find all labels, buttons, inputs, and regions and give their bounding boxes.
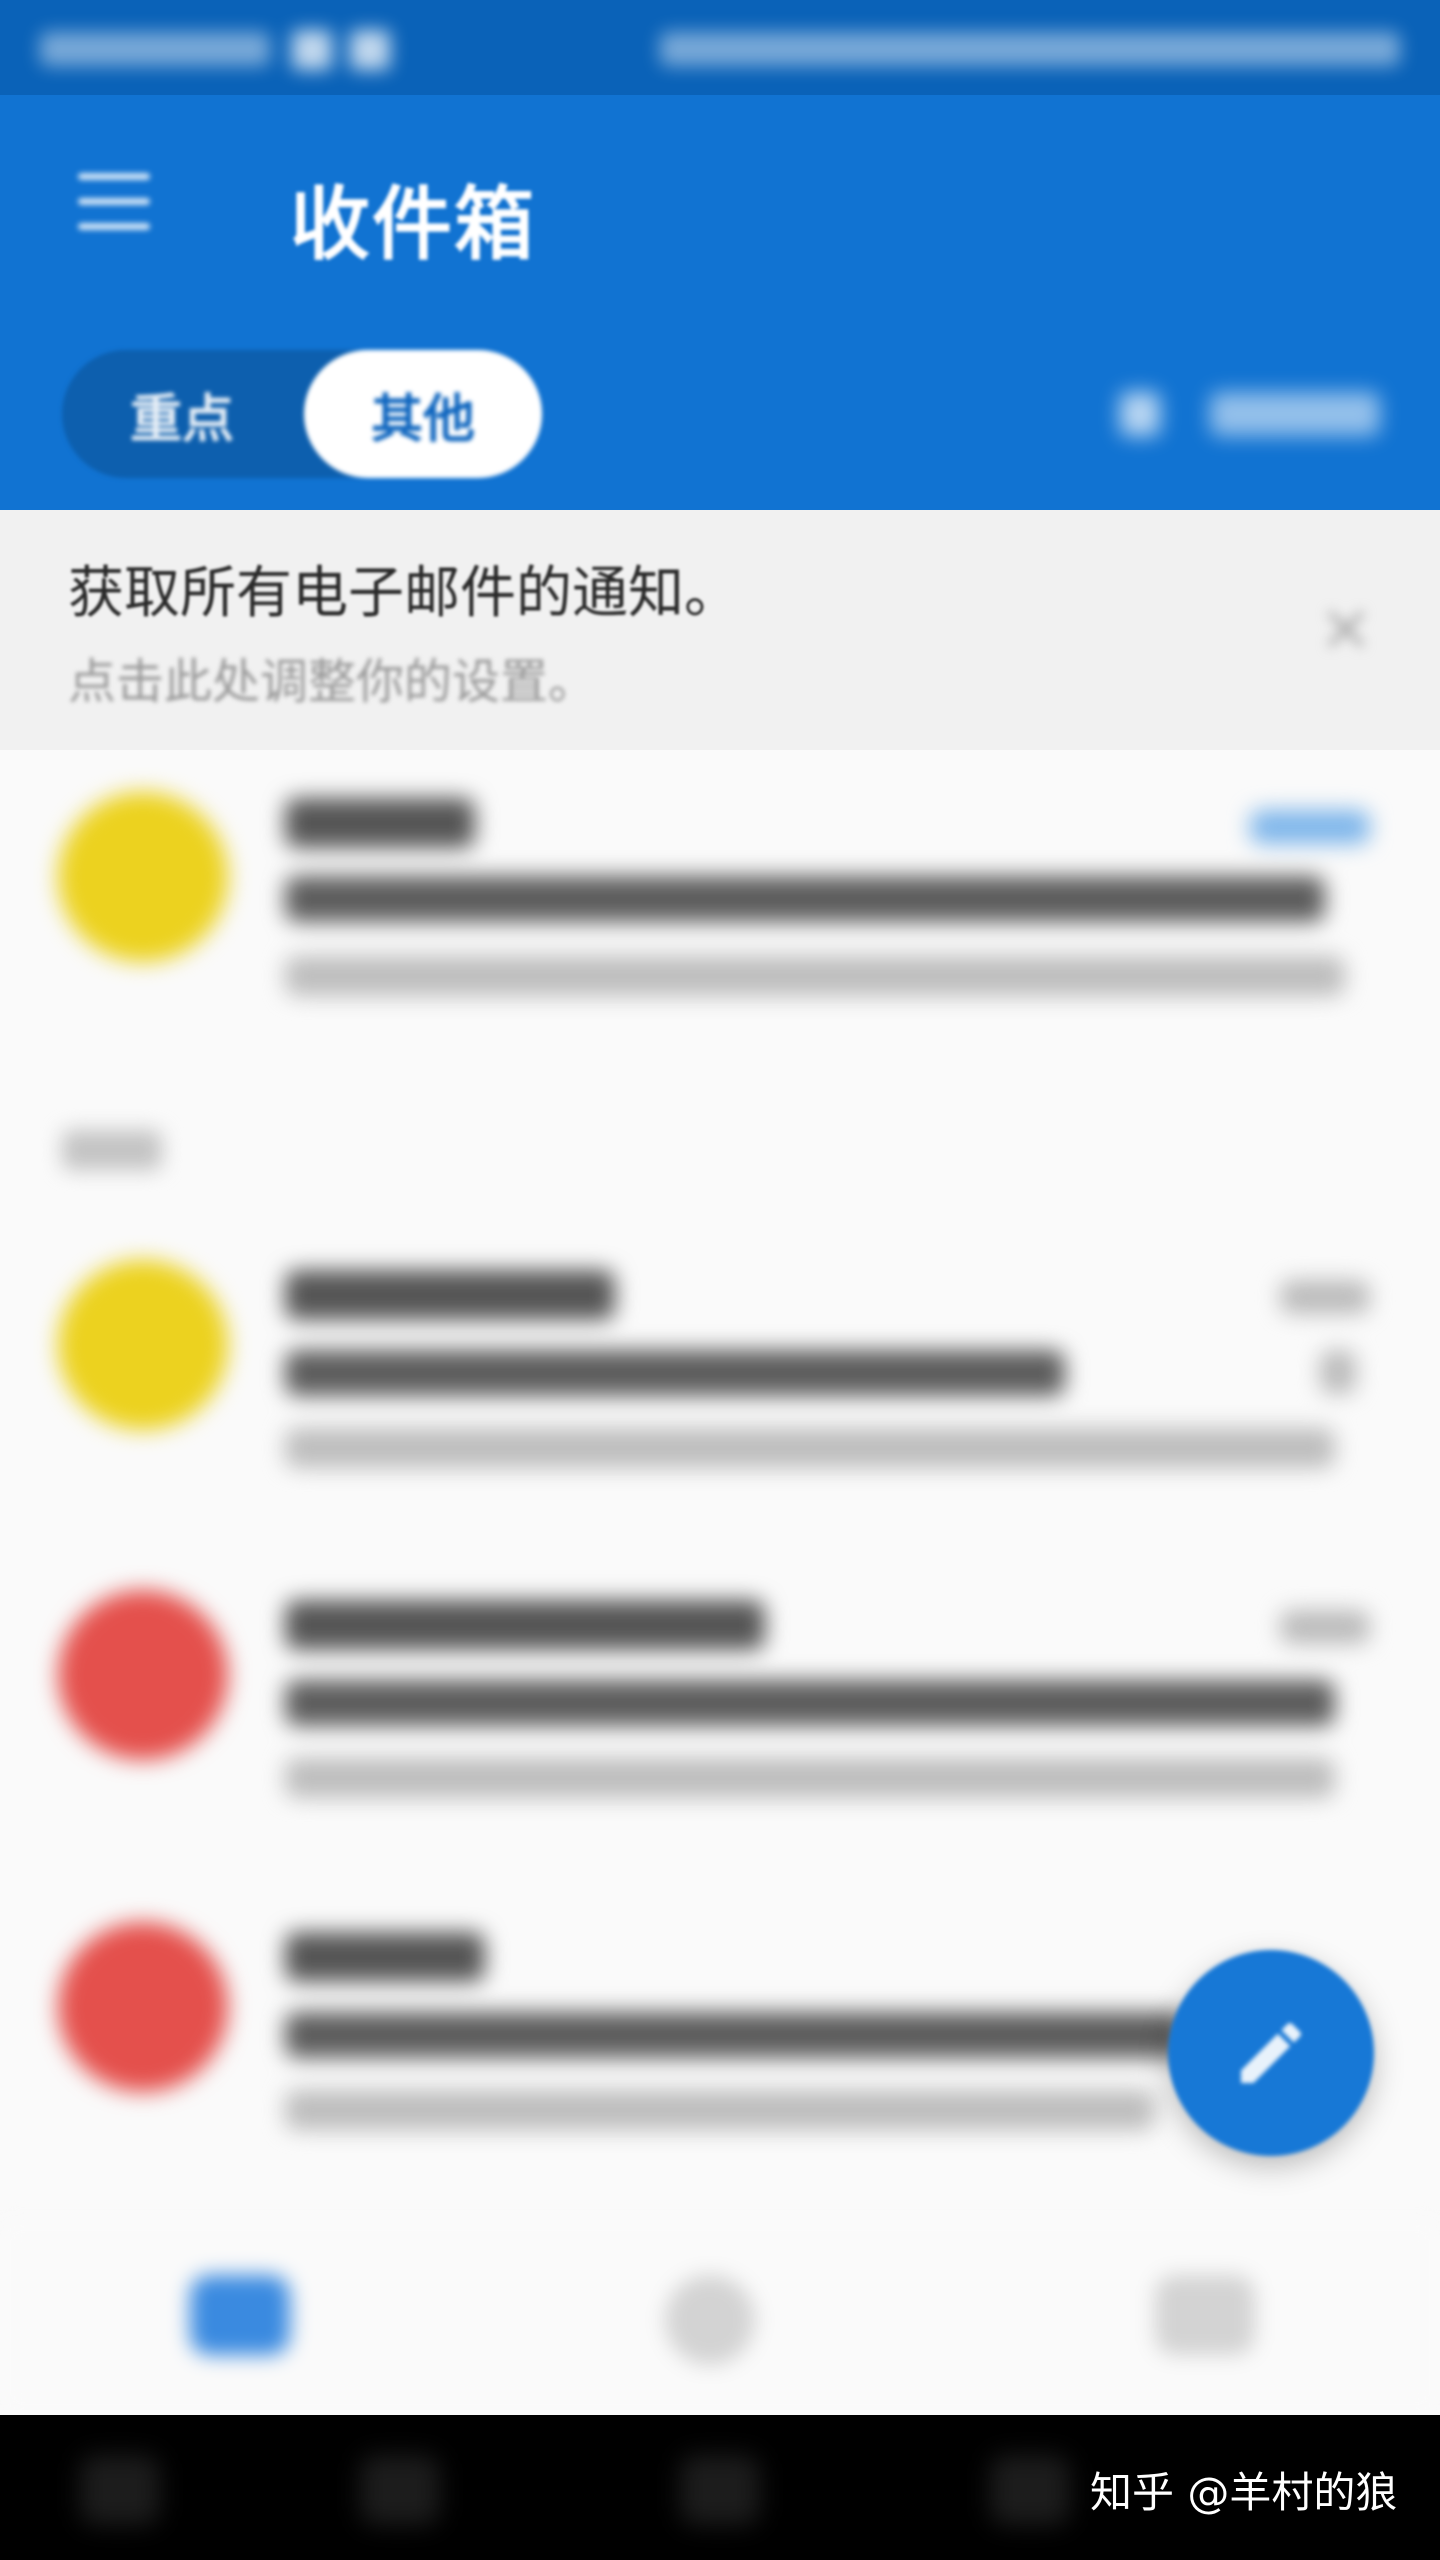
filter-icon [1120,392,1160,436]
system-navigation-bar: 知乎 @羊村的狼 [0,2415,1440,2560]
attachment-icon [1320,1350,1356,1394]
status-bar [0,0,1440,95]
calendar-icon[interactable] [1155,2275,1255,2355]
notification-icon [292,30,332,70]
message-preview [285,956,1345,996]
section-header [62,1130,162,1170]
system-back-button[interactable] [680,2455,760,2525]
inbox-tab-switcher: 重点 其他 [62,350,542,478]
sender-name [285,1270,615,1320]
banner-title: 获取所有电子邮件的通知。 [68,561,740,626]
sender-name [285,1600,765,1650]
bottom-navigation [0,2220,1440,2415]
chat-icon [350,30,390,70]
message-row-1[interactable] [0,780,1440,1070]
mail-icon[interactable] [190,2275,290,2355]
system-recent-button[interactable] [990,2455,1070,2525]
message-subject [285,1350,1065,1396]
message-time [1250,810,1370,844]
tab-other[interactable]: 其他 [304,350,542,478]
status-indicators [660,32,1400,66]
message-row-3[interactable] [0,1578,1440,1868]
notification-banner[interactable]: 获取所有电子邮件的通知。 点击此处调整你的设置。 [0,510,1440,750]
sender-name [285,1932,485,1982]
filter-label [1210,392,1380,436]
message-row-2[interactable] [0,1248,1440,1538]
banner-subtitle[interactable]: 点击此处调整你的设置。 [68,642,596,712]
avatar [58,792,228,962]
compose-button[interactable] [1168,1950,1374,2156]
close-icon[interactable] [1318,602,1374,658]
message-subject [285,1680,1335,1726]
message-preview [285,2090,1155,2130]
search-icon[interactable] [665,2275,755,2365]
pencil-icon [1241,2022,1301,2083]
app-bar: 收件箱 重点 其他 [0,95,1440,510]
message-preview [285,1428,1335,1468]
message-preview [285,1758,1335,1798]
system-home-button[interactable] [360,2455,440,2525]
message-time [1280,1610,1370,1644]
avatar [58,1590,228,1760]
tab-focused[interactable]: 重点 [62,350,302,478]
menu-icon[interactable] [78,173,150,231]
sender-name [285,798,475,848]
filter-button[interactable] [1100,380,1390,450]
avatar [58,1922,228,2092]
page-title: 收件箱 [290,178,536,271]
status-text [40,32,270,66]
watermark: 知乎 @羊村的狼 [1090,2468,1398,2517]
avatar [58,1260,228,1430]
message-time [1280,1280,1370,1314]
message-subject [285,2012,1185,2058]
system-menu-button[interactable] [80,2455,160,2525]
message-subject [285,876,1325,922]
